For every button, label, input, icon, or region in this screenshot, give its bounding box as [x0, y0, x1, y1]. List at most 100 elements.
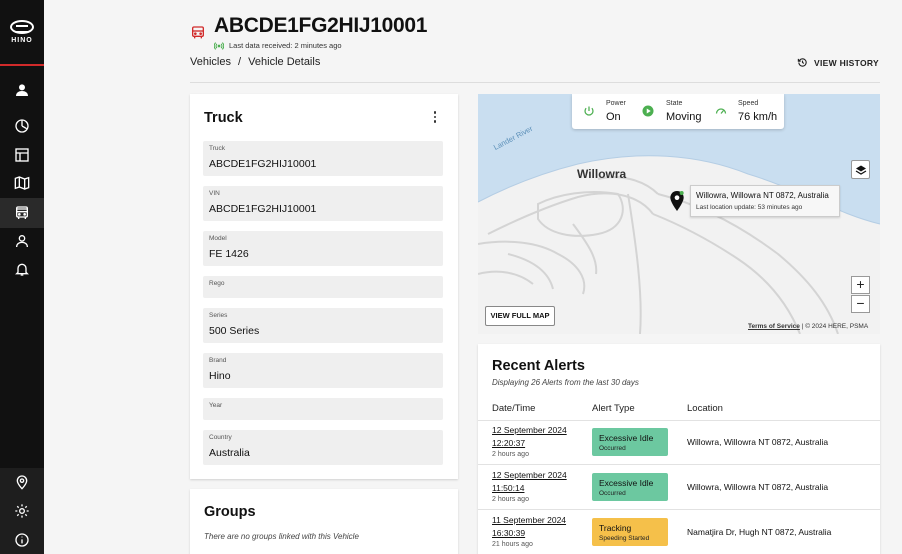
logo-text: HINO — [11, 37, 33, 44]
header-divider — [190, 82, 880, 83]
field-label: Brand — [209, 357, 227, 364]
truck-card: Truck Truck ABCDE1FG2HIJ10001 VIN ABCDE1… — [190, 94, 458, 479]
alert-status: Occurred — [599, 490, 626, 497]
gear-icon[interactable] — [11, 500, 33, 522]
truck-card-title: Truck — [204, 110, 243, 126]
zoom-out-button[interactable]: − — [851, 295, 870, 313]
zoom-in-button[interactable]: + — [851, 276, 870, 294]
breadcrumb-vehicle-details: Vehicle Details — [248, 56, 321, 68]
field-label: Country — [209, 434, 232, 441]
field-rego: Rego — [203, 276, 443, 298]
field-series: Series 500 Series — [203, 308, 443, 343]
field-value: Hino — [209, 370, 231, 382]
town-label: Willowra — [577, 167, 627, 181]
power-value: On — [606, 111, 621, 123]
field-model: Model FE 1426 — [203, 231, 443, 266]
terms-of-service-link[interactable]: Terms of Service — [748, 323, 800, 330]
field-label: Rego — [209, 280, 225, 287]
alert-date: 12 September 2024 — [492, 425, 567, 435]
field-value: FE 1426 — [209, 248, 249, 260]
field-country: Country Australia — [203, 430, 443, 465]
column-header-location: Location — [687, 403, 723, 414]
alert-location: Namatjira Dr, Hugh NT 0872, Australia — [687, 527, 832, 537]
alert-type: Excessive Idle — [599, 433, 654, 443]
row-divider — [478, 464, 880, 465]
breadcrumb-vehicles[interactable]: Vehicles — [190, 56, 231, 68]
alert-type: Tracking — [599, 523, 632, 533]
speed-label: Speed — [738, 100, 759, 107]
alert-type-badge: Tracking Speeding Started — [592, 518, 668, 546]
alert-time: 12:20:37 — [492, 437, 526, 448]
dashboard-icon[interactable] — [11, 115, 33, 137]
field-label: Series — [209, 312, 228, 319]
alert-ago: 2 hours ago — [492, 496, 529, 503]
row-divider — [478, 509, 880, 510]
alert-status: Speeding Started — [599, 535, 650, 542]
breadcrumb: Vehicles / Vehicle Details — [190, 56, 324, 68]
column-header-datetime: Date/Time — [492, 403, 536, 414]
map-icon[interactable] — [11, 172, 33, 194]
field-year: Year — [203, 398, 443, 420]
page-title: ABCDE1FG2HIJ10001 — [214, 14, 428, 37]
alert-date: 11 September 2024 — [492, 515, 567, 525]
history-icon — [797, 58, 807, 67]
breadcrumb-separator: / — [238, 56, 242, 68]
vehicle-map[interactable]: Lander River Willowra Power On State Mov… — [478, 94, 880, 334]
reports-icon[interactable] — [11, 144, 33, 166]
alert-type-badge: Excessive Idle Occurred — [592, 473, 668, 501]
location-icon[interactable] — [11, 471, 33, 493]
view-history-label: VIEW HISTORY — [814, 57, 879, 68]
field-label: Truck — [209, 145, 226, 152]
field-value: Australia — [209, 447, 250, 459]
header-row-divider — [478, 420, 880, 421]
hino-logo[interactable]: HINO — [0, 0, 44, 66]
info-icon[interactable] — [11, 529, 33, 551]
location-update: Last location update: 53 minutes ago — [696, 204, 803, 211]
bell-icon[interactable] — [11, 258, 33, 280]
hino-logo-icon — [10, 20, 34, 34]
alert-location: Willowra, Willowra NT 0872, Australia — [687, 482, 829, 492]
user-icon[interactable] — [11, 79, 33, 101]
signal-icon — [214, 42, 224, 50]
alert-ago: 21 hours ago — [492, 541, 533, 548]
groups-card: Groups There are no groups linked with t… — [190, 489, 458, 554]
field-value: 500 Series — [209, 325, 260, 337]
location-tooltip: Willowra, Willowra NT 0872, Australia La… — [690, 185, 840, 217]
view-full-map-button[interactable]: VIEW FULL MAP — [485, 306, 555, 326]
field-label: VIN — [209, 190, 220, 197]
field-value: ABCDE1FG2HIJ10001 — [209, 203, 317, 215]
alert-location: Willowra, Willowra NT 0872, Australia — [687, 437, 829, 447]
alert-datetime-link[interactable]: 12 September 2024 12:20:37 — [492, 424, 567, 449]
vehicle-status-bar: Power On State Moving Speed 76 km/h — [572, 94, 784, 129]
last-data-received: Last data received: 2 minutes ago — [229, 41, 342, 50]
map-attribution: Terms of Service | © 2024 HERE, PSMA — [748, 323, 868, 330]
column-header-alert-type: Alert Type — [592, 403, 635, 414]
play-icon — [642, 105, 654, 117]
field-label: Year — [209, 402, 223, 409]
speed-value: 76 km/h — [738, 111, 778, 123]
alert-date: 12 September 2024 — [492, 470, 567, 480]
groups-title: Groups — [204, 504, 256, 520]
driver-icon[interactable] — [11, 230, 33, 252]
view-history-button[interactable]: VIEW HISTORY — [797, 57, 879, 68]
truck-icon — [192, 26, 204, 39]
vehicle-location-pin-icon[interactable] — [669, 190, 685, 212]
power-icon — [584, 106, 594, 116]
alert-datetime-link[interactable]: 12 September 2024 11:50:14 — [492, 469, 567, 494]
groups-empty-message: There are no groups linked with this Veh… — [204, 532, 359, 541]
state-value: Moving — [666, 111, 702, 123]
field-brand: Brand Hino — [203, 353, 443, 388]
alerts-title: Recent Alerts — [492, 358, 585, 374]
speedometer-icon — [715, 108, 727, 114]
layers-icon — [855, 165, 866, 175]
more-options-icon[interactable] — [431, 110, 439, 124]
map-layers-button[interactable] — [851, 160, 870, 179]
field-value: ABCDE1FG2HIJ10001 — [209, 158, 317, 170]
alerts-subtitle: Displaying 26 Alerts from the last 30 da… — [492, 378, 639, 387]
bus-icon[interactable] — [11, 202, 33, 224]
alert-ago: 2 hours ago — [492, 451, 529, 458]
alert-type-badge: Excessive Idle Occurred — [592, 428, 668, 456]
alert-datetime-link[interactable]: 11 September 2024 16:30:39 — [492, 514, 566, 539]
alert-type: Excessive Idle — [599, 478, 654, 488]
recent-alerts-card: Recent Alerts Displaying 26 Alerts from … — [478, 344, 880, 554]
